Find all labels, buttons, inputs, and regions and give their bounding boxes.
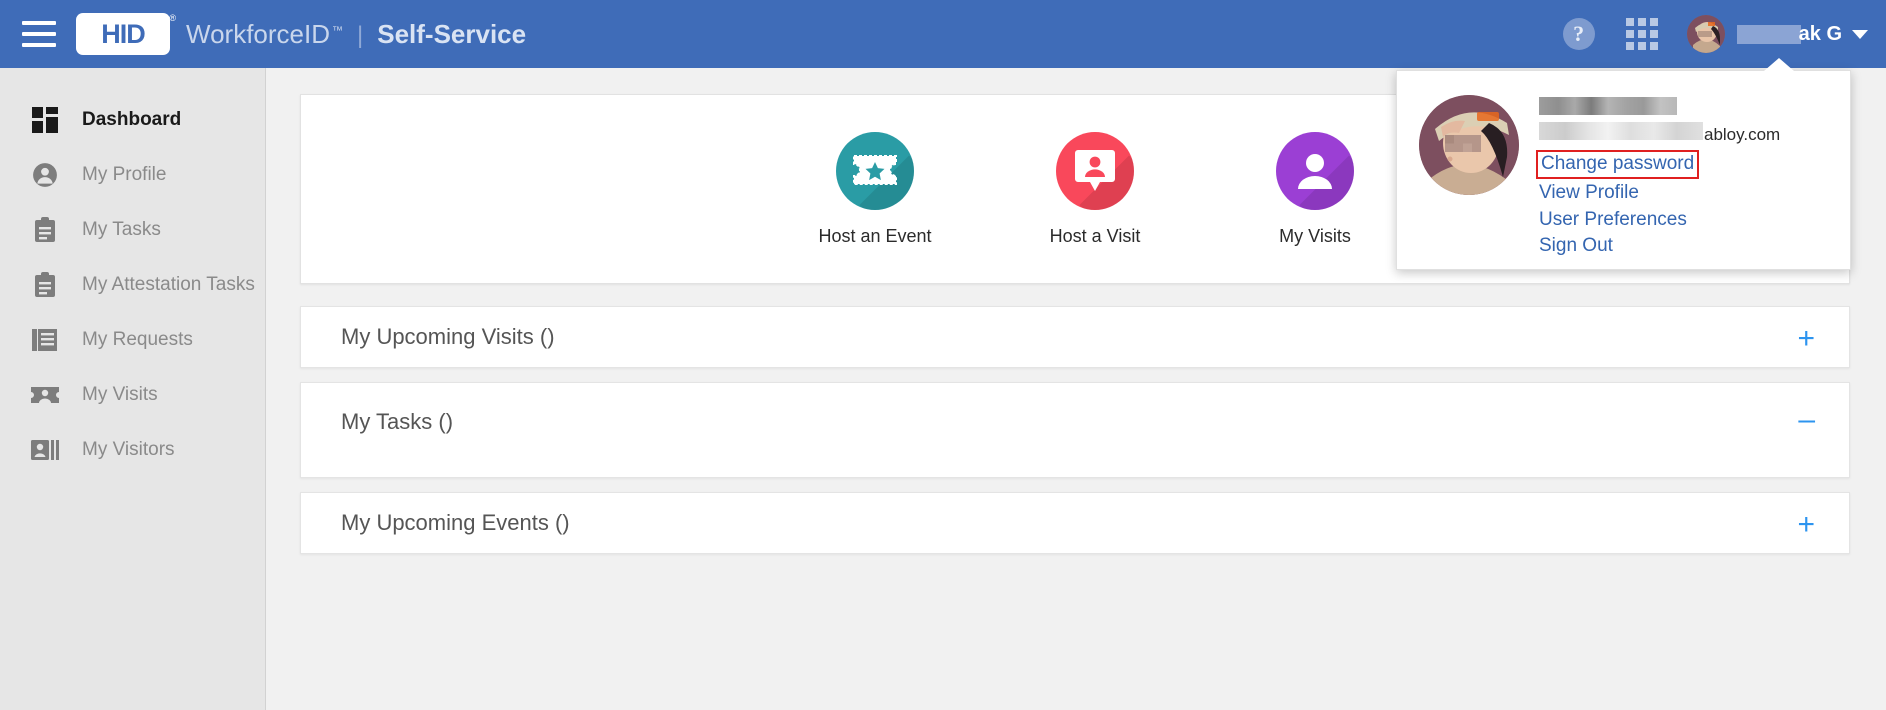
hamburger-menu-icon[interactable] bbox=[22, 21, 56, 47]
apps-grid-dot bbox=[1649, 18, 1658, 26]
product-name: WorkforceID bbox=[186, 18, 330, 49]
apps-grid-dot bbox=[1649, 30, 1658, 38]
accordion-title: My Upcoming Events () bbox=[341, 510, 570, 535]
user-name-redaction bbox=[1736, 24, 1801, 44]
apps-grid-dot bbox=[1637, 42, 1646, 50]
header-actions: ? ak G bbox=[1562, 15, 1868, 53]
apps-grid-dot bbox=[1649, 42, 1658, 50]
plus-icon[interactable]: + bbox=[1797, 324, 1815, 354]
accordion-title: My Upcoming Visits () bbox=[341, 324, 555, 349]
hamburger-bar bbox=[22, 21, 56, 25]
person-circle-icon bbox=[30, 160, 60, 190]
user-email-domain: abloy.com bbox=[1704, 125, 1781, 144]
quick-actions-tiles: Host an Event Host a Visit My Visits bbox=[795, 131, 1395, 247]
sign-out-link[interactable]: Sign Out bbox=[1539, 234, 1613, 258]
documents-icon bbox=[30, 325, 60, 355]
apps-grid-dot bbox=[1637, 30, 1646, 38]
plus-icon[interactable]: + bbox=[1797, 510, 1815, 540]
sidebar-item-my-tasks[interactable]: My Tasks bbox=[0, 202, 265, 257]
dropdown-user-info: abloy.com Change password View Profile U… bbox=[1536, 95, 1780, 258]
user-email-redaction bbox=[1539, 122, 1703, 140]
apps-grid-dot bbox=[1625, 42, 1634, 50]
user-fullname-redaction bbox=[1539, 97, 1677, 115]
dashboard-grid-icon bbox=[30, 105, 60, 135]
hid-logo[interactable]: HID ® bbox=[76, 13, 176, 55]
accordion-my-upcoming-visits[interactable]: My Upcoming Visits () + bbox=[300, 306, 1850, 368]
user-email: abloy.com bbox=[1539, 122, 1780, 145]
sidebar-item-label: My Visitors bbox=[82, 438, 175, 460]
apps-grid-dot bbox=[1625, 18, 1634, 26]
app-subtitle: Self-Service bbox=[377, 18, 527, 49]
clipboard-icon bbox=[30, 215, 60, 245]
accordion-my-upcoming-events[interactable]: My Upcoming Events () + bbox=[300, 492, 1850, 554]
user-menu-dropdown: abloy.com Change password View Profile U… bbox=[1396, 58, 1851, 270]
user-preferences-link[interactable]: User Preferences bbox=[1539, 208, 1687, 232]
dropdown-link-row: Change password bbox=[1536, 150, 1780, 180]
tile-label: Host a Visit bbox=[1049, 225, 1141, 246]
chevron-down-icon[interactable] bbox=[1852, 29, 1868, 39]
apps-grid-dot bbox=[1625, 30, 1634, 38]
dropdown-link-row: Sign Out bbox=[1539, 234, 1780, 258]
person-icon bbox=[1276, 131, 1354, 210]
help-glyph: ? bbox=[1573, 21, 1585, 46]
minus-icon[interactable]: – bbox=[1798, 405, 1815, 435]
sidebar-item-label: My Visits bbox=[82, 383, 158, 405]
sidebar-item-label: My Requests bbox=[82, 328, 193, 350]
tile-label: My Visits bbox=[1279, 225, 1351, 246]
sidebar-item-label: Dashboard bbox=[82, 108, 182, 130]
dropdown-avatar bbox=[1419, 95, 1519, 195]
app-header: HID ® WorkforceID ™ | Self-Service ? ak … bbox=[0, 0, 1886, 68]
brand-separator: | bbox=[357, 21, 364, 49]
tile-my-visits[interactable]: My Visits bbox=[1235, 131, 1395, 247]
hamburger-bar bbox=[22, 32, 56, 36]
sidebar-nav: Dashboard My Profile My Tasks My Attesta… bbox=[0, 68, 266, 710]
view-profile-link[interactable]: View Profile bbox=[1539, 181, 1639, 205]
ticket-star-icon bbox=[836, 131, 914, 210]
avatar-photo bbox=[1419, 95, 1519, 195]
sidebar-item-label: My Tasks bbox=[82, 218, 161, 240]
dashboard-accordions: My Upcoming Visits () + My Tasks () – My… bbox=[266, 306, 1886, 554]
hamburger-bar bbox=[22, 43, 56, 47]
trademark-mark: ™ bbox=[332, 24, 343, 37]
avatar-photo bbox=[1686, 15, 1725, 53]
sidebar-item-label: My Attestation Tasks bbox=[82, 273, 255, 295]
sidebar-item-my-visits[interactable]: My Visits bbox=[0, 367, 265, 422]
contact-card-icon bbox=[30, 435, 60, 465]
sidebar-item-my-requests[interactable]: My Requests bbox=[0, 312, 265, 367]
visitor-badge-icon bbox=[1056, 131, 1134, 210]
dropdown-links: Change password View Profile User Prefer… bbox=[1536, 150, 1780, 258]
clipboard-icon bbox=[30, 270, 60, 300]
sidebar-item-my-visitors[interactable]: My Visitors bbox=[0, 422, 265, 477]
brand-title: WorkforceID ™ | Self-Service bbox=[186, 19, 526, 50]
sidebar-item-label: My Profile bbox=[82, 163, 167, 185]
registered-mark: ® bbox=[169, 13, 176, 23]
help-question-icon[interactable]: ? bbox=[1562, 18, 1595, 50]
apps-grid-dot bbox=[1637, 18, 1646, 26]
dropdown-link-row: View Profile bbox=[1539, 181, 1780, 205]
sidebar-item-my-attestation-tasks[interactable]: My Attestation Tasks bbox=[0, 257, 265, 312]
accordion-my-tasks[interactable]: My Tasks () – bbox=[300, 382, 1850, 478]
accordion-title: My Tasks () bbox=[341, 409, 454, 434]
hid-logo-text: HID bbox=[101, 18, 145, 49]
tile-host-an-event[interactable]: Host an Event bbox=[795, 131, 955, 247]
change-password-link[interactable]: Change password bbox=[1536, 150, 1700, 180]
dropdown-link-row: User Preferences bbox=[1539, 208, 1780, 232]
header-avatar[interactable] bbox=[1686, 15, 1725, 53]
tile-host-a-visit[interactable]: Host a Visit bbox=[1015, 131, 1175, 247]
sidebar-item-dashboard[interactable]: Dashboard bbox=[0, 92, 265, 147]
tile-label: Host an Event bbox=[818, 225, 932, 246]
user-name-label: ak G bbox=[1798, 22, 1842, 45]
user-menu-trigger[interactable]: ak G bbox=[1736, 22, 1868, 46]
apps-grid-icon[interactable] bbox=[1625, 17, 1659, 51]
badge-ticket-icon bbox=[30, 380, 60, 410]
sidebar-item-my-profile[interactable]: My Profile bbox=[0, 147, 265, 202]
